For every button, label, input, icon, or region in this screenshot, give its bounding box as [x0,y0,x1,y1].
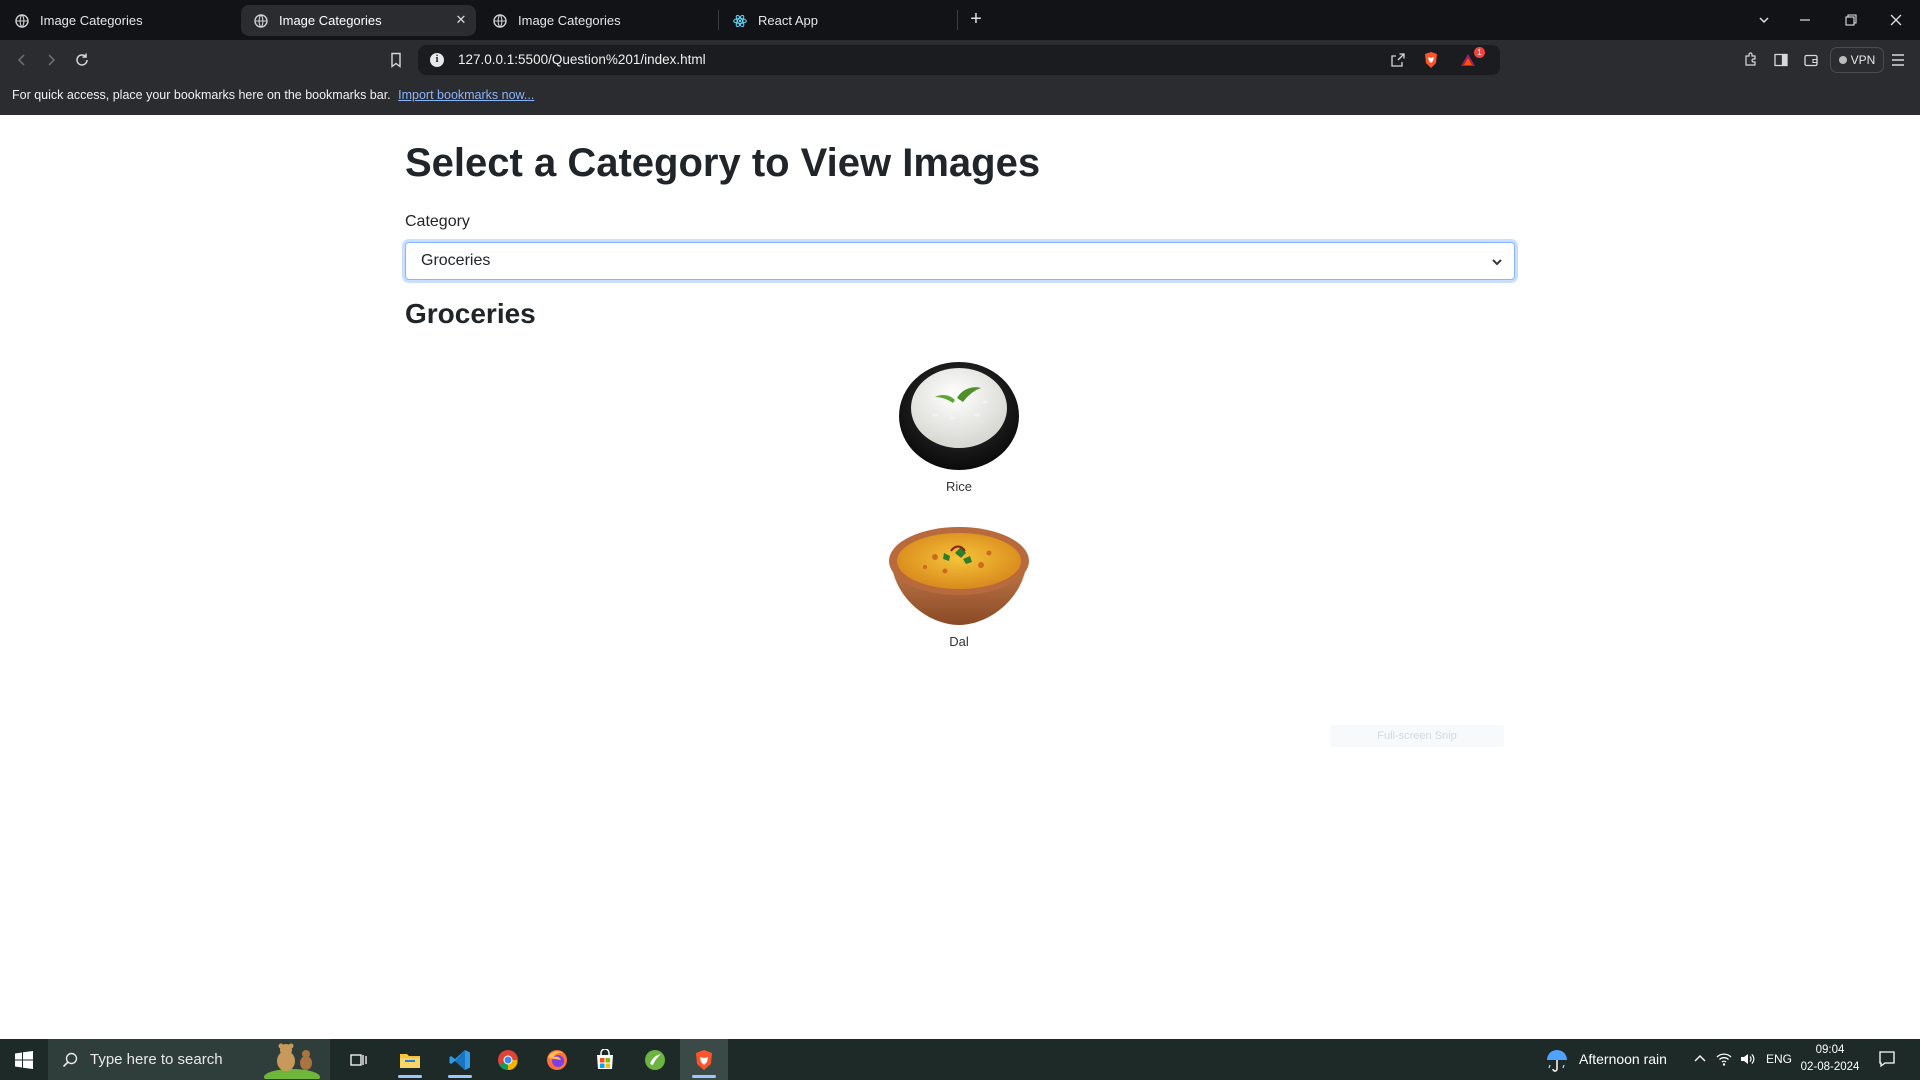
address-bar[interactable]: i 127.0.0.1:5500/Question%201/index.html… [418,45,1500,75]
forward-button[interactable] [38,48,64,72]
menu-icon[interactable] [1885,48,1911,72]
clock-time: 09:04 [1815,1044,1845,1056]
tab-title: Image Categories [279,13,382,28]
weather-text[interactable]: Afternoon rain [1579,1051,1667,1067]
close-window-button[interactable] [1883,8,1909,32]
volume-icon[interactable] [1739,1051,1755,1067]
clock-date: 02-08-2024 [1800,1061,1860,1073]
task-view-icon[interactable] [335,1039,383,1080]
close-tab-icon[interactable]: ✕ [454,12,468,27]
category-label: Category [405,213,470,230]
search-icon [62,1052,78,1067]
bookmarks-bar-message: For quick access, place your bookmarks h… [12,88,391,102]
browser-tab-active[interactable]: Image Categories ✕ [241,5,476,36]
selected-category: Groceries [421,252,491,269]
page-title: Select a Category to View Images [405,141,1041,185]
file-explorer-icon[interactable] [386,1039,434,1080]
spring-tool-icon[interactable] [631,1039,679,1080]
globe-icon [493,13,507,28]
vpn-button[interactable]: VPN [1830,47,1884,73]
browser-tab[interactable]: React App [720,5,956,36]
rice-bowl-image [883,360,1035,474]
browser-tab[interactable]: Image Categories [480,5,716,36]
new-tab-button[interactable]: + [964,8,988,32]
network-icon[interactable] [1716,1051,1732,1067]
rewards-badge: 1 [1474,47,1485,58]
url-text[interactable]: 127.0.0.1:5500/Question%201/index.html [458,52,706,67]
start-button[interactable] [0,1039,48,1080]
search-placeholder: Type here to search [90,1051,223,1068]
extensions-icon[interactable] [1738,48,1764,72]
globe-icon [254,13,268,28]
system-clock[interactable]: 09:04 02-08-2024 [1790,1042,1870,1076]
restore-button[interactable] [1838,8,1864,32]
tab-title: Image Categories [40,13,143,28]
chevron-up-icon[interactable] [1693,1052,1707,1066]
category-select[interactable]: Groceries [405,242,1515,280]
image-item-dal: Dal [883,517,1035,649]
vscode-icon[interactable] [436,1039,484,1080]
brave-shields-icon[interactable] [1422,51,1440,69]
bookmarks-bar: For quick access, place your bookmarks h… [0,80,1920,115]
tab-strip: Image Categories Image Categories ✕ Imag… [0,0,1920,40]
dal-bowl-image [883,517,1035,629]
globe-icon [15,13,29,28]
share-icon[interactable] [1389,51,1407,69]
vpn-status-icon [1838,56,1847,64]
chevron-down-icon [1490,255,1504,269]
tab-title: React App [758,13,818,28]
taskbar-search[interactable]: Type here to search [48,1039,330,1080]
snip-overlay-text: Full-screen Snip [1330,725,1504,747]
tab-search-chevron-icon[interactable] [1751,8,1777,32]
react-icon [733,14,747,28]
site-info-icon[interactable]: i [430,53,444,67]
chrome-icon[interactable] [484,1039,532,1080]
weather-icon[interactable] [1544,1048,1570,1072]
windows-taskbar: Type here to search Afternoon rain ENG 0… [0,1039,1920,1080]
tab-title: Image Categories [518,13,621,28]
image-item-rice: Rice [883,360,1035,494]
notifications-icon[interactable] [1878,1050,1896,1068]
page-viewport: Select a Category to View Images Categor… [0,115,1920,1039]
search-highlight-image [262,1041,320,1080]
minimize-button[interactable] [1792,8,1818,32]
sidebar-icon[interactable] [1768,48,1794,72]
firefox-icon[interactable] [533,1039,581,1080]
windows-logo-icon [15,1050,33,1069]
import-bookmarks-link[interactable]: Import bookmarks now... [398,88,534,102]
back-button[interactable] [9,48,35,72]
browser-tab[interactable]: Image Categories [2,5,238,36]
language-indicator[interactable]: ENG [1766,1052,1792,1066]
tab-divider [718,10,719,30]
tab-divider [957,10,958,30]
vpn-label: VPN [1850,53,1876,67]
item-label: Dal [949,634,969,649]
microsoft-store-icon[interactable] [581,1039,629,1080]
wallet-icon[interactable] [1798,48,1824,72]
section-title: Groceries [405,298,536,329]
brave-browser-icon[interactable] [680,1039,728,1080]
bookmark-icon[interactable] [383,48,409,72]
item-label: Rice [945,479,972,494]
reload-button[interactable] [69,48,95,72]
